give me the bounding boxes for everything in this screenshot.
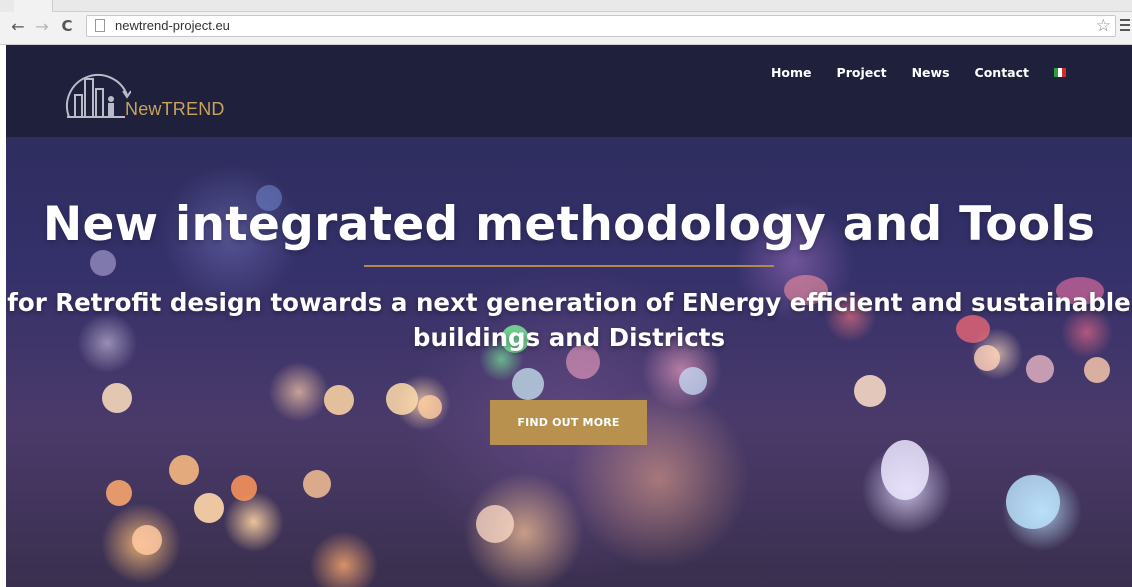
tab-strip-divider <box>52 11 1132 12</box>
bokeh-light <box>1026 355 1054 383</box>
bokeh-light <box>386 383 418 415</box>
bokeh-light <box>1006 475 1060 529</box>
bokeh-light <box>418 395 442 419</box>
nav-item-project[interactable]: Project <box>837 65 887 80</box>
bokeh-light <box>324 385 354 415</box>
find-out-more-button[interactable]: FIND OUT MORE <box>490 400 647 445</box>
browser-toolbar: ← → C newtrend-project.eu ☆ <box>0 0 1132 45</box>
star-icon[interactable]: ☆ <box>1096 16 1111 36</box>
hero-subtitle: for Retrofit design towards a next gener… <box>7 288 1131 352</box>
bokeh-light <box>132 525 162 555</box>
bokeh-light <box>512 368 544 400</box>
web-page: NewTREND Home Project News Contact New i… <box>6 45 1132 587</box>
bokeh-light <box>102 383 132 413</box>
site-logo[interactable]: NewTREND <box>61 65 241 125</box>
hamburger-menu-icon[interactable] <box>1120 19 1130 31</box>
nav-item-news[interactable]: News <box>912 65 950 80</box>
bokeh-light <box>303 470 331 498</box>
italy-flag-icon[interactable] <box>1054 68 1066 77</box>
hero-divider <box>364 265 774 267</box>
bokeh-light <box>854 375 886 407</box>
address-bar-url[interactable]: newtrend-project.eu <box>115 18 230 34</box>
buildings-logo-icon <box>66 73 131 118</box>
address-bar[interactable]: newtrend-project.eu ☆ <box>86 15 1116 37</box>
bokeh-light <box>1084 357 1110 383</box>
bokeh-light <box>169 455 199 485</box>
bokeh-light <box>231 475 257 501</box>
bokeh-light <box>679 367 707 395</box>
nav-item-contact[interactable]: Contact <box>975 65 1029 80</box>
reload-icon[interactable]: C <box>58 17 76 35</box>
logo-text: NewTREND <box>125 99 225 119</box>
tab-strip <box>0 0 1132 12</box>
bokeh-light <box>881 440 929 500</box>
bokeh-light <box>90 250 116 276</box>
page-icon <box>95 19 105 32</box>
nav-item-home[interactable]: Home <box>771 65 812 80</box>
hero-title: New integrated methodology and Tools <box>42 197 1096 252</box>
main-navigation: Home Project News Contact <box>746 65 1066 80</box>
browser-tab[interactable] <box>14 0 53 12</box>
bokeh-light <box>476 505 514 543</box>
bokeh-light <box>106 480 132 506</box>
bokeh-light <box>194 493 224 523</box>
arrow-left-icon[interactable]: ← <box>9 17 27 36</box>
arrow-right-icon[interactable]: → <box>33 17 51 36</box>
